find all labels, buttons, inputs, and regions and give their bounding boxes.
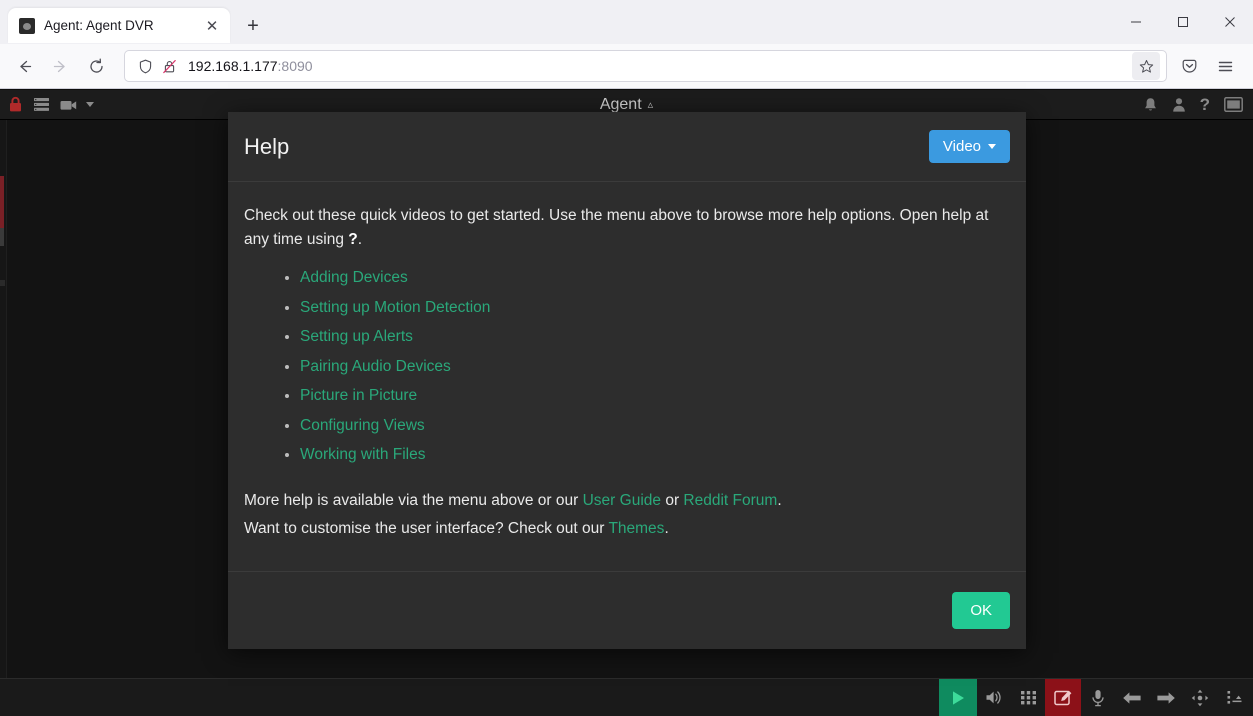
list-item: Setting up Alerts (300, 325, 1010, 349)
video-dropdown-button[interactable]: Video (928, 130, 1010, 163)
url-host: 192.168.1.177 (188, 58, 278, 74)
inline-help-symbol: ? (348, 231, 358, 249)
page-title: Agent ▵ (0, 96, 1253, 114)
intro-paragraph: Check out these quick videos to get star… (244, 204, 1004, 252)
modal-header: Help Video (228, 112, 1026, 182)
record-button[interactable] (1045, 678, 1081, 716)
help-link-working-with-files[interactable]: Working with Files (300, 446, 425, 463)
new-tab-button[interactable]: + (238, 11, 268, 41)
browser-window: Agent: Agent DVR ✕ + 192.168.1.177:8090 … (0, 0, 1253, 716)
browser-tab[interactable]: Agent: Agent DVR ✕ (8, 8, 230, 43)
url-text: 192.168.1.177:8090 (188, 58, 1132, 74)
video-button-label: Video (942, 138, 981, 155)
modal-body: Check out these quick videos to get star… (228, 182, 1026, 571)
help-link-picture-in-picture[interactable]: Picture in Picture (300, 387, 417, 404)
list-item: Pairing Audio Devices (300, 355, 1010, 379)
help-modal: Help Video Check out these quick videos … (228, 112, 1026, 650)
list-item: Adding Devices (300, 266, 1010, 290)
modal-footer: OK (228, 571, 1026, 649)
chevron-down-icon (988, 144, 996, 149)
navigation-toolbar: 192.168.1.177:8090 (0, 44, 1253, 89)
more-help-prefix: More help is available via the menu abov… (244, 492, 583, 510)
more-help-mid: or (661, 492, 684, 510)
themes-prefix: Want to customise the user interface? Ch… (244, 520, 609, 538)
side-dots-marker (0, 280, 5, 400)
chevron-down-icon[interactable] (86, 102, 94, 107)
user-guide-link[interactable]: User Guide (583, 492, 661, 509)
modal-title: Help (244, 133, 290, 159)
shield-icon[interactable] (135, 50, 155, 82)
more-help-suffix: . (777, 492, 782, 510)
close-icon[interactable] (1206, 0, 1253, 44)
red-lock-icon[interactable] (8, 93, 23, 117)
grid-button[interactable] (1011, 679, 1045, 716)
side-alert-marker (0, 176, 4, 228)
minimize-icon[interactable] (1112, 0, 1159, 44)
forward-arrow-icon (44, 50, 76, 82)
list-item: Setting up Motion Detection (300, 296, 1010, 320)
agent-dvr-favicon (19, 17, 35, 34)
maximize-icon[interactable] (1159, 0, 1206, 44)
chevron-up-icon[interactable]: ▵ (648, 98, 654, 111)
reddit-forum-link[interactable]: Reddit Forum (683, 492, 777, 509)
list-item: Configuring Views (300, 414, 1010, 438)
intro-text-part2: . (357, 231, 363, 249)
camera-icon[interactable] (60, 93, 94, 117)
help-link-alerts[interactable]: Setting up Alerts (300, 328, 413, 345)
url-bar[interactable]: 192.168.1.177:8090 (124, 50, 1167, 82)
list-item: Working with Files (300, 443, 1010, 467)
more-help-paragraph: More help is available via the menu abov… (244, 489, 1010, 513)
next-button[interactable] (1149, 679, 1183, 716)
left-side-strip[interactable] (0, 120, 7, 716)
app-header-right: ? (1143, 93, 1243, 117)
ok-button[interactable]: OK (952, 592, 1010, 630)
tab-strip: Agent: Agent DVR ✕ + (0, 0, 1253, 44)
help-link-audio-devices[interactable]: Pairing Audio Devices (300, 358, 451, 375)
question-mark-icon[interactable]: ? (1200, 93, 1210, 117)
nav-right-actions (1173, 50, 1245, 82)
server-list-icon[interactable] (33, 93, 50, 117)
back-arrow-icon[interactable] (8, 50, 40, 82)
tab-title: Agent: Agent DVR (44, 18, 154, 33)
themes-suffix: . (664, 520, 669, 538)
app-title-text: Agent (599, 95, 642, 113)
help-link-motion-detection[interactable]: Setting up Motion Detection (300, 299, 490, 316)
reload-icon[interactable] (80, 50, 112, 82)
more-button[interactable] (1217, 679, 1251, 716)
url-port: :8090 (277, 58, 313, 74)
user-icon[interactable] (1172, 93, 1186, 117)
help-video-list: Adding Devices Setting up Motion Detecti… (300, 266, 1010, 467)
volume-button[interactable] (977, 679, 1011, 716)
side-marker-secondary (0, 228, 4, 246)
app-header-left (8, 93, 94, 117)
window-controls (1112, 0, 1253, 44)
window-layout-icon[interactable] (1224, 93, 1243, 117)
insecure-lock-icon[interactable] (159, 50, 179, 82)
star-icon[interactable] (1132, 52, 1160, 80)
list-item: Picture in Picture (300, 384, 1010, 408)
app-bottom-toolbar (0, 678, 1253, 716)
previous-button[interactable] (1115, 679, 1149, 716)
pocket-icon[interactable] (1173, 50, 1205, 82)
help-link-configuring-views[interactable]: Configuring Views (300, 417, 425, 434)
ptz-button[interactable] (1183, 679, 1217, 716)
bell-icon[interactable] (1143, 93, 1158, 117)
help-link-adding-devices[interactable]: Adding Devices (300, 269, 408, 286)
themes-paragraph: Want to customise the user interface? Ch… (244, 517, 1010, 541)
hamburger-menu-icon[interactable] (1209, 50, 1241, 82)
close-icon[interactable]: ✕ (202, 16, 222, 36)
microphone-button[interactable] (1081, 679, 1115, 716)
play-button[interactable] (939, 678, 977, 716)
themes-link[interactable]: Themes (608, 520, 664, 537)
